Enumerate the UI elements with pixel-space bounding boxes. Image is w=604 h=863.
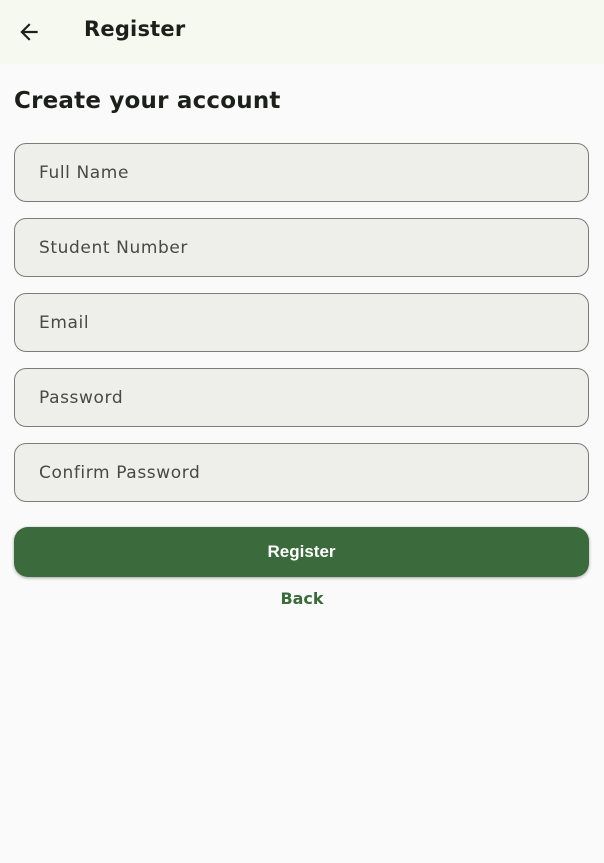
app-bar-title: Register — [84, 17, 186, 41]
back-text-button[interactable]: Back — [262, 584, 342, 612]
student-number-field[interactable] — [14, 218, 589, 277]
full-name-input[interactable] — [15, 144, 588, 201]
student-number-input[interactable] — [15, 219, 588, 276]
app-bar: Register — [0, 0, 604, 64]
register-button[interactable]: Register — [14, 527, 589, 577]
confirm-password-input[interactable] — [15, 444, 588, 501]
password-field[interactable] — [14, 368, 589, 427]
back-arrow-button[interactable] — [6, 9, 52, 55]
password-input[interactable] — [15, 369, 588, 426]
page-heading: Create your account — [14, 88, 281, 114]
full-name-field[interactable] — [14, 143, 589, 202]
arrow-left-icon — [20, 23, 38, 41]
confirm-password-field[interactable] — [14, 443, 589, 502]
email-input[interactable] — [15, 294, 588, 351]
email-field[interactable] — [14, 293, 589, 352]
